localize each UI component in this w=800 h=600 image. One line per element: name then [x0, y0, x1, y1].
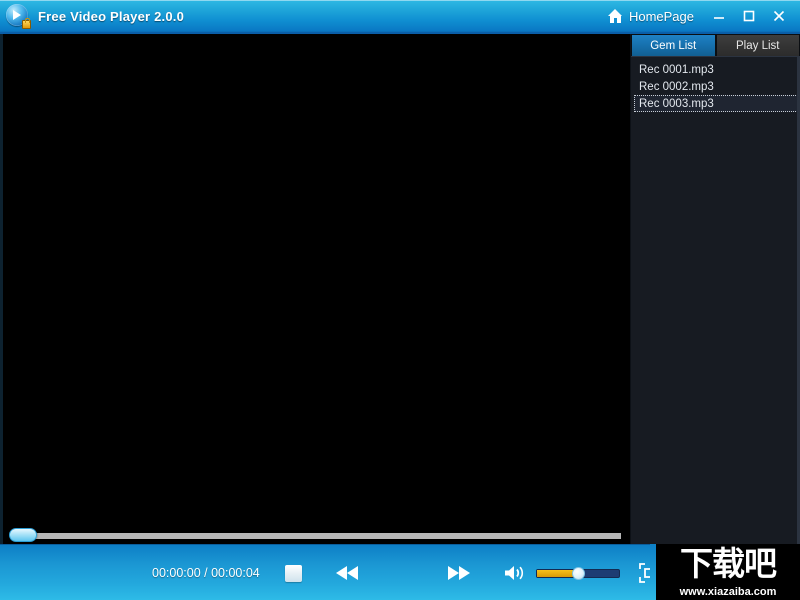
fast-forward-button[interactable] [442, 545, 476, 600]
volume-knob[interactable] [571, 566, 585, 580]
window-title: Free Video Player 2.0.0 [38, 8, 185, 24]
volume-button[interactable] [500, 545, 532, 600]
speaker-icon [505, 566, 524, 580]
seek-thumb[interactable] [9, 528, 37, 542]
list-item[interactable]: Rec 0002.mp3 [634, 78, 798, 95]
list-item[interactable]: Rec 0001.mp3 [634, 61, 798, 78]
home-icon [607, 9, 623, 23]
volume-track[interactable] [536, 566, 620, 580]
rewind-icon [336, 566, 358, 580]
homepage-label: HomePage [628, 8, 694, 24]
close-button[interactable] [764, 0, 794, 33]
watermark: 下载吧 www.xiazaiba.com [656, 544, 800, 600]
seek-track[interactable] [13, 533, 621, 539]
tab-play-list[interactable]: Play List [715, 34, 800, 56]
time-display: 00:00:00 / 00:00:04 [152, 566, 260, 580]
video-display[interactable] [0, 34, 630, 526]
homepage-button[interactable]: HomePage [598, 0, 704, 32]
rewind-button[interactable] [330, 545, 364, 600]
minimize-button[interactable] [704, 0, 734, 33]
app-window: Free Video Player 2.0.0 HomePage Gem Lis… [0, 0, 800, 600]
maximize-button[interactable] [734, 0, 764, 33]
watermark-url: www.xiazaiba.com [679, 586, 777, 598]
watermark-text: 下载吧 [680, 544, 777, 583]
stop-button[interactable] [278, 545, 308, 600]
volume-slider[interactable] [536, 545, 620, 600]
stop-icon [284, 564, 302, 582]
list-item[interactable]: Rec 0003.mp3 [634, 95, 798, 112]
playlist-panel: Gem List Play List Rec 0001.mp3 Rec 0002… [630, 34, 800, 544]
fast-forward-icon [448, 566, 470, 580]
title-bar: Free Video Player 2.0.0 HomePage [0, 0, 800, 34]
title-bar-controls: HomePage [598, 0, 800, 32]
seek-bar[interactable] [0, 526, 630, 544]
playlist-tabs: Gem List Play List [631, 34, 800, 56]
playlist-items[interactable]: Rec 0001.mp3 Rec 0002.mp3 Rec 0003.mp3 [631, 56, 800, 544]
app-logo-icon [6, 4, 31, 29]
lock-icon [22, 18, 31, 29]
tab-gem-list[interactable]: Gem List [631, 34, 716, 56]
